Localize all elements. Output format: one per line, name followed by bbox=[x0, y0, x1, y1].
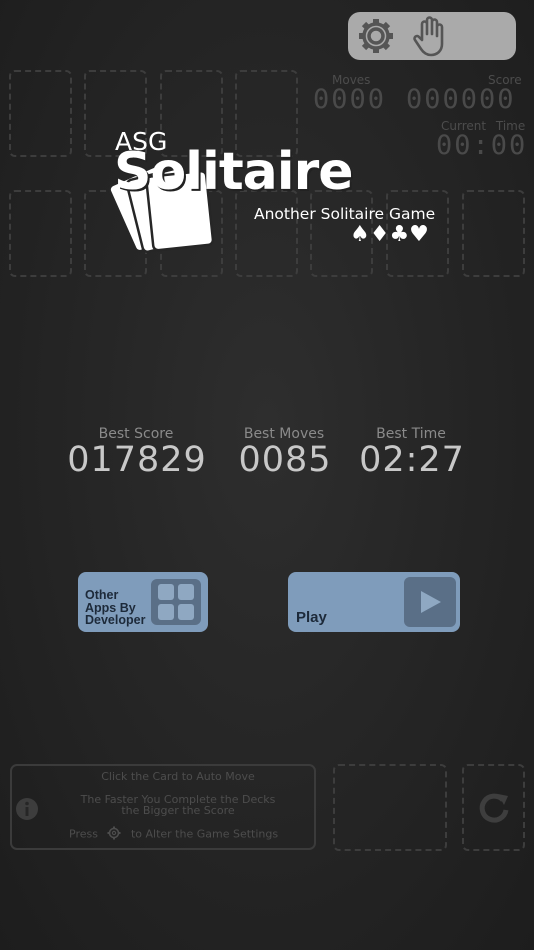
refresh-icon[interactable] bbox=[476, 790, 512, 830]
moves-value: 0000 bbox=[313, 84, 387, 115]
play-icon bbox=[404, 577, 456, 627]
score-value: 000000 bbox=[406, 84, 516, 115]
hand-icon[interactable] bbox=[410, 14, 452, 58]
best-time-value: 02:27 bbox=[359, 440, 465, 480]
card-slot bbox=[9, 70, 72, 157]
play-label: Play bbox=[296, 609, 327, 626]
card-slot bbox=[9, 190, 72, 277]
logo-subtitle: Another Solitaire Game bbox=[254, 205, 436, 223]
info-icon[interactable] bbox=[14, 796, 40, 826]
stock-slot[interactable] bbox=[333, 764, 447, 851]
gear-icon[interactable] bbox=[354, 14, 400, 58]
info-line-1: Click the Card to Auto Move bbox=[101, 770, 255, 783]
logo-title: Solitaire bbox=[114, 142, 354, 202]
info-line-4-pre: Press bbox=[69, 827, 98, 841]
grid-icon bbox=[151, 579, 201, 625]
info-line-4: Press to Alter the Game Settings bbox=[69, 826, 278, 843]
card-slot bbox=[462, 190, 525, 277]
info-line-3: the Bigger the Score bbox=[121, 804, 235, 817]
other-apps-label: Other Apps By Developer bbox=[85, 588, 146, 627]
logo-suits: ♠♦♣♥ bbox=[350, 222, 429, 247]
gear-icon bbox=[107, 826, 121, 843]
best-score-value: 017829 bbox=[67, 440, 207, 480]
current-time-value: 00:00 bbox=[436, 130, 528, 161]
info-line-4-post: to Alter the Game Settings bbox=[130, 827, 279, 841]
